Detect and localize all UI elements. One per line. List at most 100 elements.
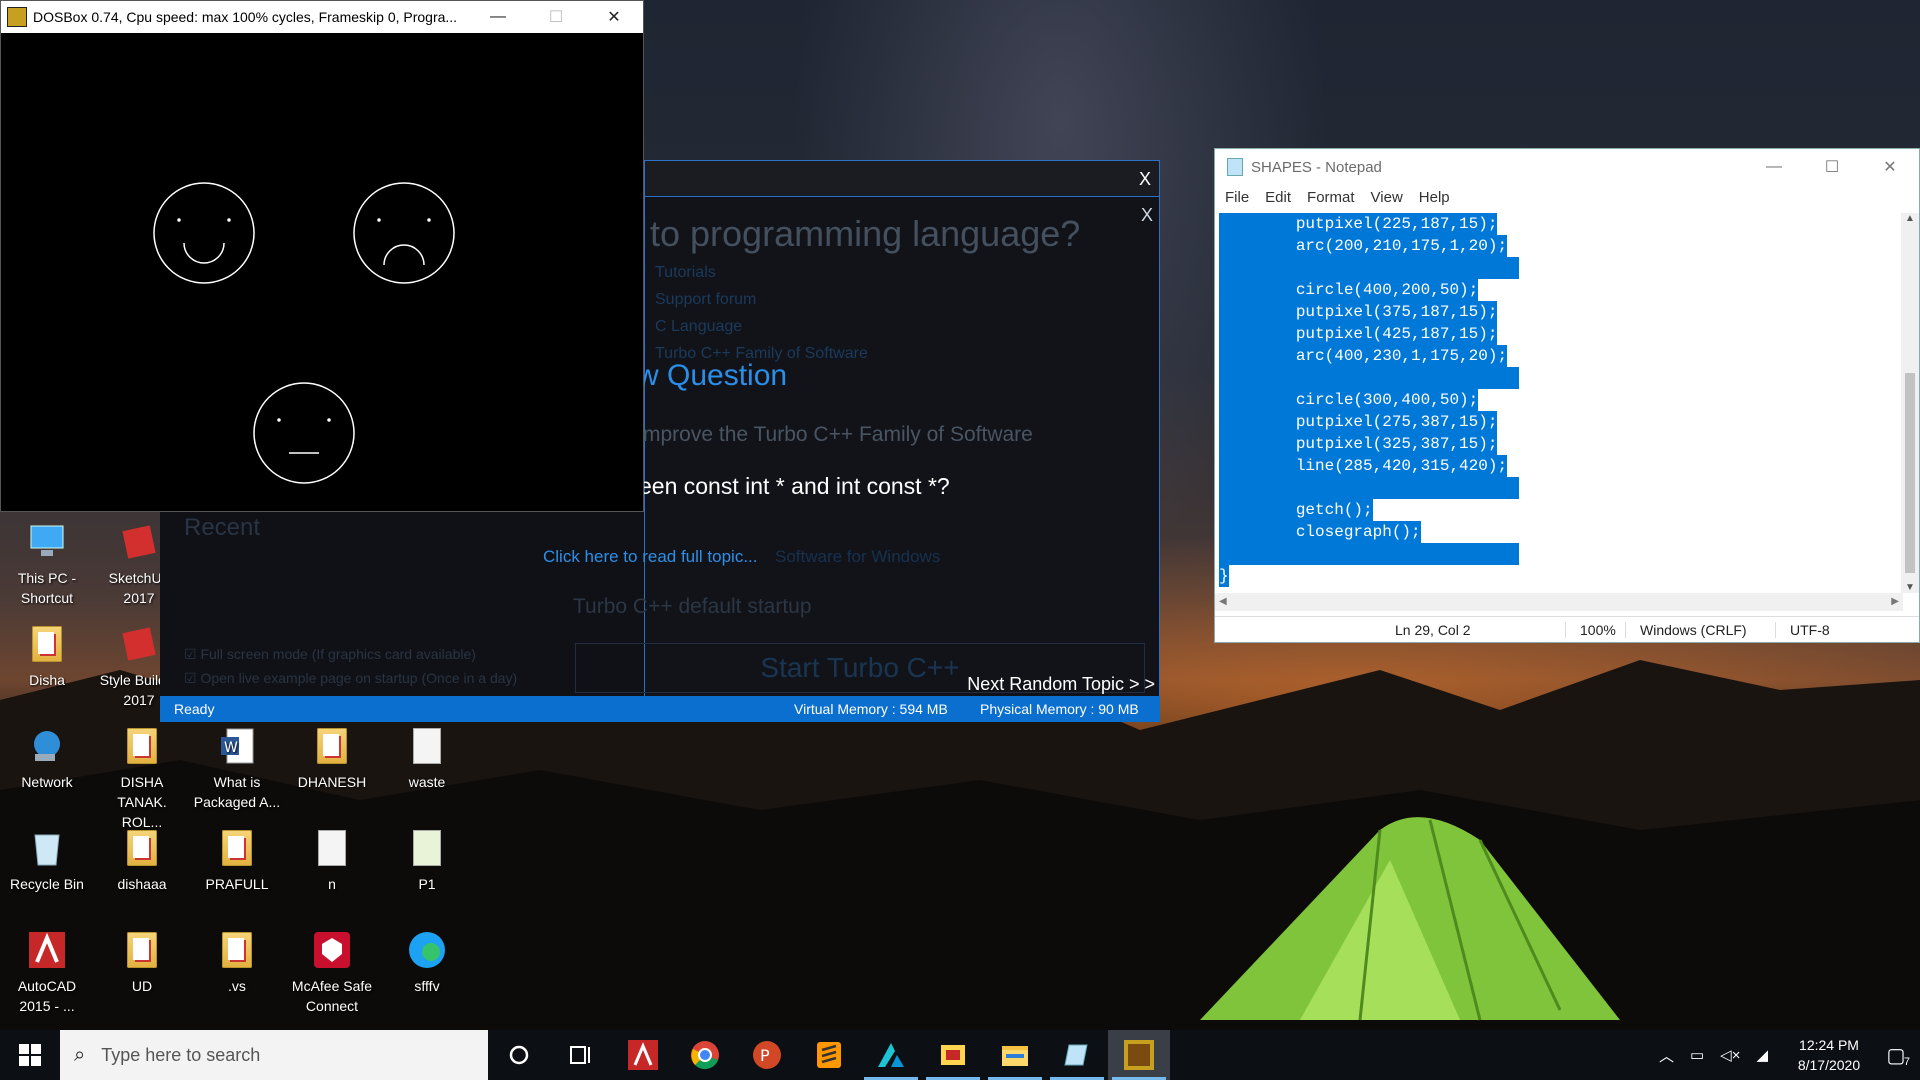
fullscreen-checkbox[interactable]: ☑ Full screen mode (If graphics card ava… (184, 646, 476, 663)
menu-edit[interactable]: Edit (1265, 189, 1291, 206)
notepad-icon (1064, 1044, 1088, 1066)
turbo-cpp-window: X X to programming language? Tutorials S… (543, 160, 1160, 722)
subtitle: mprove the Turbo C++ Family of Software (643, 423, 1033, 446)
desktop-icon-recycle-bin[interactable]: Recycle Bin (3, 826, 91, 894)
taskbar-chrome[interactable] (674, 1030, 736, 1080)
question-text: een const int * and int const *? (639, 473, 950, 499)
section-title: w Question (637, 359, 788, 392)
faded-link[interactable]: Support forum (655, 286, 868, 313)
computer-icon (25, 520, 69, 564)
notepad-status-bar: Ln 29, Col 2 100% Windows (CRLF) UTF-8 (1215, 616, 1919, 642)
scroll-down-icon[interactable]: ▼ (1901, 582, 1919, 593)
close-inner-button[interactable]: X (1141, 205, 1153, 226)
close-button[interactable]: ✕ (585, 1, 643, 33)
taskbar-dosbox[interactable] (1108, 1030, 1170, 1080)
file-icon (405, 826, 449, 870)
maximize-button[interactable]: ☐ (527, 1, 585, 33)
scroll-left-icon[interactable]: ◀ (1219, 596, 1227, 607)
desktop-icon-dhanesh[interactable]: DHANESH (288, 724, 376, 792)
taskbar-autodesk[interactable] (860, 1030, 922, 1080)
close-outer-button[interactable]: X (1139, 169, 1151, 190)
maximize-button[interactable]: ☐ (1803, 151, 1861, 183)
minimize-button[interactable]: — (469, 1, 527, 33)
start-button[interactable] (0, 1030, 60, 1080)
selected-text: } (1219, 565, 1229, 587)
read-full-topic-link[interactable]: Click here to read full topic... (543, 547, 757, 567)
menu-help[interactable]: Help (1419, 189, 1450, 206)
desktop-icon-prafull[interactable]: PRAFULL (193, 826, 281, 894)
show-hidden-icons-chevron-up-icon[interactable]: ︿ (1659, 1045, 1674, 1066)
selected-text: putpixel(425,187,15); (1219, 323, 1498, 345)
close-button[interactable]: ✕ (1861, 151, 1919, 183)
taskbar-file-explorer[interactable] (984, 1030, 1046, 1080)
selected-text: getch(); (1219, 499, 1373, 521)
svg-text:W: W (224, 740, 238, 756)
next-random-topic-link[interactable]: Next Random Topic > > (967, 674, 1155, 695)
recycle-bin-icon (25, 826, 69, 870)
speaker-muted-icon[interactable]: ◁× (1720, 1046, 1740, 1064)
desktop-icon-p1[interactable]: P1 (383, 826, 471, 894)
code-line: arc(200,210,175,1,20); (1219, 235, 1899, 257)
faded-link[interactable]: Tutorials (655, 259, 868, 286)
scroll-up-icon[interactable]: ▲ (1901, 213, 1919, 224)
code-line: putpixel(425,187,15); (1219, 323, 1899, 345)
desktop-icon-mcafee[interactable]: McAfee Safe Connect (288, 928, 376, 1016)
folder-icon (120, 826, 164, 870)
menu-view[interactable]: View (1371, 189, 1403, 206)
clock-date: 8/17/2020 (1797, 1057, 1861, 1073)
cortana-icon (509, 1045, 529, 1065)
edge-icon (405, 928, 449, 972)
taskbar-autocad[interactable] (612, 1030, 674, 1080)
taskbar-photo-app[interactable] (922, 1030, 984, 1080)
desktop-icon-network[interactable]: Network (3, 724, 91, 792)
desktop-icon-dishaaa[interactable]: dishaaa (98, 826, 186, 894)
scrollbar-thumb[interactable] (1905, 373, 1915, 573)
desktop-icon-ud[interactable]: UD (98, 928, 186, 996)
task-view-button[interactable] (550, 1030, 612, 1080)
icon-label: dishaaa (117, 876, 167, 892)
system-tray: ︿ ▭ ◁× ◢ (1651, 1045, 1776, 1066)
taskbar-sublime[interactable] (798, 1030, 860, 1080)
code-line: } (1219, 565, 1899, 587)
dosbox-titlebar[interactable]: DOSBox 0.74, Cpu speed: max 100% cycles,… (1, 1, 643, 33)
encoding: UTF-8 (1775, 621, 1830, 638)
mcafee-icon (310, 928, 354, 972)
desktop-icon-disha-tanak[interactable]: DISHA TANAK. ROL... (98, 724, 186, 832)
notepad-titlebar[interactable]: SHAPES - Notepad — ☐ ✕ (1215, 149, 1919, 185)
desktop-icon-waste[interactable]: waste (383, 724, 471, 792)
menu-file[interactable]: File (1225, 189, 1249, 206)
sketchup-icon (117, 520, 161, 564)
status-physical-memory: Physical Memory : 90 MB (980, 701, 1139, 717)
cortana-button[interactable] (488, 1030, 550, 1080)
action-center-button[interactable]: ▢ 7 (1872, 1030, 1920, 1080)
live-example-checkbox[interactable]: ☑ Open live example page on startup (Onc… (184, 670, 517, 687)
faded-link[interactable]: Software for Windows (775, 547, 940, 567)
vertical-scrollbar[interactable]: ▲ ▼ (1901, 213, 1919, 593)
taskbar-notepad[interactable] (1046, 1030, 1108, 1080)
desktop-icon-disha[interactable]: Disha (3, 622, 91, 690)
clock[interactable]: 12:24 PM 8/17/2020 (1786, 1035, 1872, 1075)
notification-count: 7 (1903, 1056, 1910, 1068)
search-box[interactable]: ⌕ Type here to search (60, 1030, 488, 1080)
desktop-icon-this-pc[interactable]: This PC - Shortcut (3, 520, 91, 608)
search-placeholder: Type here to search (101, 1044, 261, 1065)
horizontal-scrollbar[interactable]: ◀ ▶ (1215, 593, 1903, 611)
icon-label: Recycle Bin (10, 876, 84, 892)
wifi-icon[interactable]: ◢ (1756, 1046, 1768, 1064)
icon-label: McAfee Safe Connect (291, 978, 373, 1014)
desktop-icon-vs[interactable]: .vs (193, 928, 281, 996)
desktop-icon-word-doc[interactable]: W What is Packaged A... (193, 724, 281, 812)
taskbar-powerpoint[interactable]: P (736, 1030, 798, 1080)
sad-face (353, 182, 455, 284)
status-ready: Ready (174, 701, 215, 717)
faded-link[interactable]: C Language (655, 313, 868, 340)
scroll-right-icon[interactable]: ▶ (1891, 596, 1899, 607)
desktop-icon-autocad[interactable]: AutoCAD 2015 - ... (3, 928, 91, 1016)
happy-face (153, 182, 255, 284)
menu-format[interactable]: Format (1307, 189, 1355, 206)
notepad-text-area[interactable]: putpixel(225,187,15); arc(200,210,175,1,… (1219, 213, 1899, 593)
desktop-icon-sfffv[interactable]: sfffv (383, 928, 471, 996)
minimize-button[interactable]: — (1745, 151, 1803, 183)
battery-icon[interactable]: ▭ (1690, 1046, 1704, 1064)
desktop-icon-n[interactable]: n (288, 826, 376, 894)
